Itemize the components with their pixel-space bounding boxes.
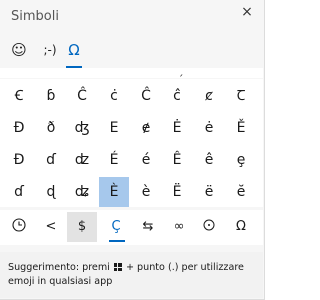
symbol-cell[interactable]: Ë [162,177,192,207]
symbol-cell[interactable]: È [99,177,129,207]
windows-key-icon [113,263,122,271]
category-latin[interactable]: Ç [101,212,131,242]
symbol-cell[interactable]: ʤ [67,113,97,143]
symbol-cell[interactable]: Ꞇ [226,81,256,111]
recent-icon[interactable] [4,212,34,242]
symbol-cell[interactable]: Е [99,113,129,143]
category-arrows[interactable]: ⇆ [133,212,163,242]
symbol-cell[interactable]: ĕ [226,177,256,207]
symbol-cell[interactable]: é [131,145,161,175]
symbol-cell[interactable]: Ꞓ [4,81,34,111]
symbol-cell[interactable]: ȼ [194,81,224,111]
symbol-category-bar: < $ Ç ⇆ ∞ Ω [0,210,263,245]
symbol-cell[interactable]: Đ [4,113,34,143]
symbol-cell[interactable]: ȩ [226,145,256,175]
partial-symbol: ˋ [108,68,114,77]
category-math-symbols[interactable]: ∞ [164,212,194,242]
symbol-grid: ꞒɓĈċĈĉȼꞆĐðʤЕɇĖėĚĐɗʣÉéÊêȩɗɖʥÈèËëĕ [0,79,263,207]
symbol-cell[interactable]: ɓ [36,81,66,111]
symbol-cell[interactable]: ʥ [67,177,97,207]
category-tabs: ☺ ;-) Ω [0,36,263,68]
partial-symbol: ˏ [178,68,184,77]
symbol-cell[interactable]: Ĉ [67,81,97,111]
symbol-picker-panel: Simboli × ☺ ;-) Ω ˋ ˏ ꞒɓĈċĈĉȼꞆĐðʤЕɇĖėĚĐɗ… [0,0,265,300]
symbol-cell[interactable]: è [131,177,161,207]
symbol-cell[interactable]: ɇ [131,113,161,143]
symbol-cell[interactable]: Ĉ [131,81,161,111]
category-language[interactable]: Ω [226,212,256,242]
tab-emoji[interactable]: ☺ [5,36,33,66]
panel-title: Simboli [11,9,59,24]
symbol-cell[interactable]: Ě [226,113,256,143]
symbol-cell[interactable]: ɖ [36,177,66,207]
symbol-cell[interactable]: É [99,145,129,175]
tip-banner: Suggerimento: premi + punto (.) per util… [0,252,263,298]
symbol-cell[interactable]: Đ [4,145,34,175]
symbol-cell[interactable]: Ė [162,113,192,143]
symbol-cell[interactable]: Ê [162,145,192,175]
tip-text-prefix: Suggerimento: premi [8,262,113,273]
symbol-cell[interactable]: ê [194,145,224,175]
symbol-cell[interactable]: ɗ [36,145,66,175]
symbol-cell[interactable]: ð [36,113,66,143]
symbol-cell[interactable]: ċ [99,81,129,111]
category-currency[interactable]: $ [67,212,97,242]
geometric-icon[interactable] [194,212,224,242]
scrolled-partial-row: ˋ ˏ [0,68,263,78]
symbol-cell[interactable]: ɗ [4,177,34,207]
symbol-cell[interactable]: ĉ [162,81,192,111]
header: Simboli × [0,0,263,34]
active-category-indicator [109,240,125,242]
close-button[interactable]: × [237,2,257,22]
symbol-cell[interactable]: ė [194,113,224,143]
symbol-cell[interactable]: ë [194,177,224,207]
category-math[interactable]: < [36,212,66,242]
symbol-cell[interactable]: ʣ [67,145,97,175]
tab-symbols[interactable]: Ω [60,36,88,66]
